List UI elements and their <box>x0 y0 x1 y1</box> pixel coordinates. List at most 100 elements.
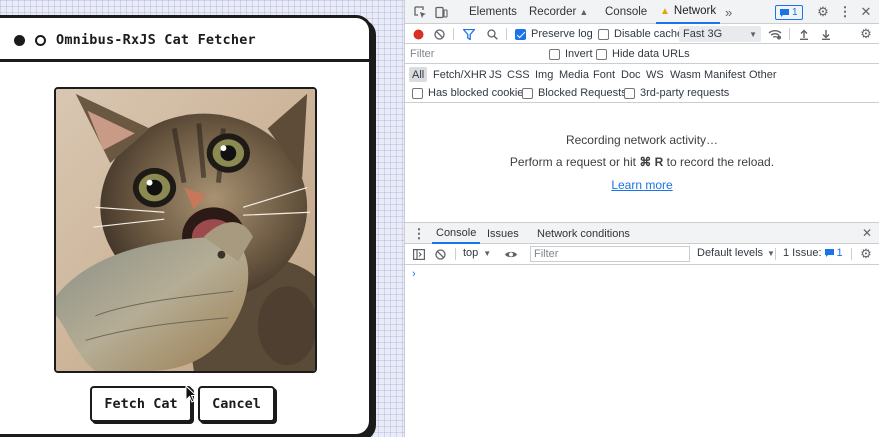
console-prompt-icon[interactable]: › <box>412 268 416 280</box>
network-filter-row: Filter Invert Hide data URLs <box>405 44 879 64</box>
resource-type-filters: All Fetch/XHR JS CSS Img Media Font Doc … <box>405 64 879 84</box>
drawer-menu-icon[interactable]: ⋮ <box>413 226 426 242</box>
devtools-tabbar: Elements Recorder ▲ Console ▲ Network » … <box>405 0 879 24</box>
record-stop-icon[interactable] <box>412 28 424 40</box>
filter-funnel-icon[interactable] <box>462 27 476 41</box>
clear-icon[interactable] <box>432 27 446 41</box>
drawer-tab-network-conditions[interactable]: Network conditions <box>537 223 630 244</box>
tab-network[interactable]: ▲ Network <box>656 0 721 24</box>
type-filter-fetch-xhr[interactable]: Fetch/XHR <box>430 67 490 82</box>
preserve-log-checkbox[interactable]: Preserve log <box>515 28 593 40</box>
third-party-label: 3rd-party requests <box>640 87 730 99</box>
blocked-requests-check-box[interactable] <box>522 87 533 99</box>
third-party-checkbox[interactable]: 3rd-party requests <box>624 87 729 99</box>
close-devtools-icon[interactable]: ✕ <box>858 4 874 20</box>
device-toolbar-icon[interactable] <box>433 4 449 20</box>
third-party-check-box[interactable] <box>624 87 635 99</box>
more-options-icon[interactable]: ⋮ <box>837 4 853 20</box>
settings-gear-icon[interactable]: ⚙ <box>815 4 831 20</box>
network-settings-gear-icon[interactable]: ⚙ <box>859 26 873 41</box>
learn-more-wrapper: Learn more <box>405 178 879 192</box>
toolbar-divider <box>455 248 456 260</box>
type-filter-css[interactable]: CSS <box>504 67 533 82</box>
hide-data-urls-check-box[interactable] <box>596 48 607 60</box>
network-conditions-icon[interactable] <box>767 27 783 41</box>
console-filter-input[interactable]: Filter <box>530 246 690 262</box>
more-tabs-chevron-icon[interactable]: » <box>725 0 732 24</box>
blocked-requests-checkbox[interactable]: Blocked Requests <box>522 87 627 99</box>
cat-image <box>54 87 317 373</box>
type-filter-wasm[interactable]: Wasm <box>667 67 704 82</box>
throttling-select[interactable]: Fast 3G ▼ <box>679 26 761 42</box>
toolbar-divider <box>506 28 507 40</box>
throttling-value: Fast 3G <box>683 28 723 40</box>
learn-more-link[interactable]: Learn more <box>611 178 672 192</box>
recording-status: Recording network activity… <box>565 133 719 147</box>
live-expression-eye-icon[interactable] <box>503 247 519 261</box>
dropdown-caret-icon: ▼ <box>749 29 757 39</box>
disable-cache-label: Disable cache <box>614 28 684 40</box>
app-title: Omnibus-RxJS Cat Fetcher <box>56 32 256 48</box>
drawer-tab-issues[interactable]: Issues <box>487 223 519 244</box>
tab-console[interactable]: Console <box>605 0 647 24</box>
inspect-element-icon[interactable] <box>412 4 428 20</box>
tab-recorder[interactable]: Recorder ▲ <box>529 0 588 24</box>
fetch-cat-button[interactable]: Fetch Cat <box>90 386 192 422</box>
has-blocked-cookies-checkbox[interactable]: Has blocked cookies <box>412 87 529 99</box>
has-blocked-cookies-label: Has blocked cookies <box>428 87 529 99</box>
toolbar-divider <box>775 248 776 260</box>
drawer-tab-console[interactable]: Console <box>432 223 481 244</box>
record-shortcut: ⌘ R <box>639 155 664 169</box>
type-filter-doc[interactable]: Doc <box>618 67 644 82</box>
preserve-log-check-box[interactable] <box>515 28 526 40</box>
console-settings-gear-icon[interactable]: ⚙ <box>859 246 873 261</box>
drawer-tabbar: ⋮ Console Issues Network conditions ✕ <box>405 222 879 244</box>
console-issues-count: 1 <box>836 247 843 259</box>
mouse-pointer-icon <box>185 385 197 403</box>
invert-checkbox[interactable]: Invert <box>549 48 593 60</box>
flask-icon: ▲ <box>579 7 589 17</box>
type-filter-media[interactable]: Media <box>556 67 592 82</box>
blocked-requests-label: Blocked Requests <box>538 87 627 99</box>
blocked-filters-row: Has blocked cookies Blocked Requests 3rd… <box>405 84 879 103</box>
cancel-button[interactable]: Cancel <box>198 386 275 422</box>
import-har-icon[interactable] <box>797 27 811 41</box>
levels-caret-icon: ▼ <box>767 248 775 258</box>
context-caret-icon: ▼ <box>483 248 492 258</box>
close-drawer-icon[interactable]: ✕ <box>860 226 874 240</box>
toolbar-divider <box>851 248 852 260</box>
type-filter-manifest[interactable]: Manifest <box>701 67 749 82</box>
tab-network-label: Network <box>673 5 717 17</box>
type-filter-ws[interactable]: WS <box>643 67 667 82</box>
type-filter-js[interactable]: JS <box>486 67 505 82</box>
context-selector[interactable]: top ▼ <box>463 247 491 259</box>
record-hint-suffix: to record the reload. <box>666 155 775 169</box>
search-icon[interactable] <box>485 27 499 41</box>
type-filter-all[interactable]: All <box>409 67 428 82</box>
clear-console-icon[interactable] <box>433 247 447 261</box>
network-filter-input[interactable]: Filter <box>407 46 539 62</box>
network-toolbar: Preserve log Disable cache Fast 3G ▼ ⚙ <box>405 24 879 44</box>
issue-message-icon <box>824 249 834 257</box>
window-dot-filled-icon <box>14 35 25 46</box>
export-har-icon[interactable] <box>819 27 833 41</box>
sidebar-toggle-icon[interactable] <box>412 248 426 261</box>
cat-photo-illustration <box>56 89 315 371</box>
hide-data-urls-checkbox[interactable]: Hide data URLs <box>596 48 690 60</box>
devtools-panel: Elements Recorder ▲ Console ▲ Network » … <box>404 0 879 437</box>
console-issues-counter[interactable]: 1 Issue: 1 <box>783 247 843 259</box>
cat-fetcher-window: Omnibus-RxJS Cat Fetcher Fetch Cat Cance… <box>0 15 372 437</box>
has-blocked-cookies-check-box[interactable] <box>412 87 423 99</box>
log-levels-select[interactable]: Default levels ▼ <box>697 247 775 259</box>
issues-badge[interactable]: 1 <box>775 5 803 20</box>
type-filter-font[interactable]: Font <box>590 67 618 82</box>
invert-check-box[interactable] <box>549 48 560 60</box>
disable-cache-check-box[interactable] <box>598 28 609 40</box>
tab-elements[interactable]: Elements <box>469 0 517 24</box>
type-filter-img[interactable]: Img <box>532 67 556 82</box>
disable-cache-checkbox[interactable]: Disable cache <box>598 28 683 40</box>
context-value: top <box>463 247 479 259</box>
type-filter-other[interactable]: Other <box>746 67 780 82</box>
record-hint-prefix: Perform a request or hit <box>509 155 636 169</box>
message-icon <box>780 8 789 17</box>
